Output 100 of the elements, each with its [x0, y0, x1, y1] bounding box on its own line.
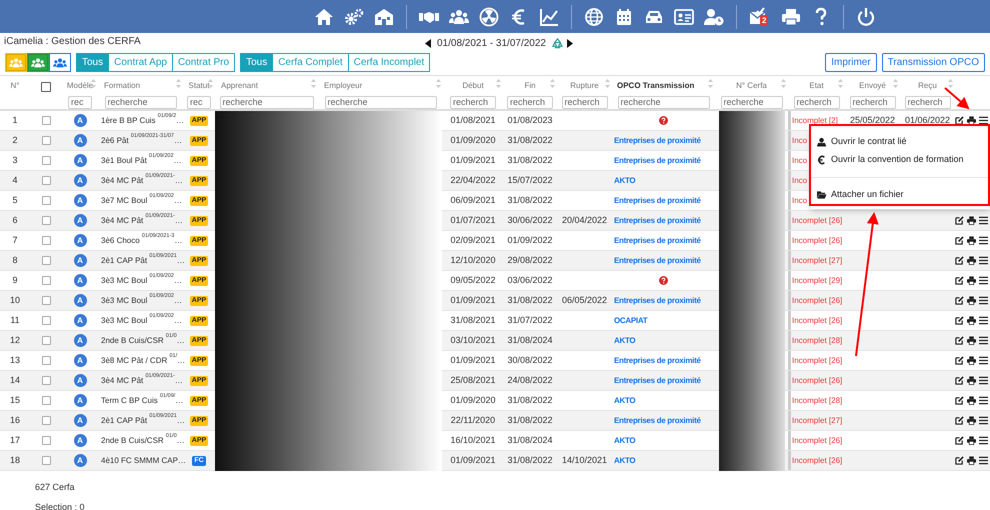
opco-link[interactable]: OCAPIAT [614, 314, 648, 326]
opco-link[interactable]: AKTO [614, 174, 636, 186]
edit-icon[interactable] [955, 416, 964, 425]
row-checkbox[interactable] [42, 216, 50, 225]
menu-icon[interactable] [979, 256, 988, 265]
search-field[interactable]: recherche [220, 96, 314, 109]
line-chart-icon[interactable] [539, 6, 559, 26]
opco-link[interactable]: Entreprises de proximité [614, 194, 701, 206]
row-checkbox[interactable] [42, 396, 50, 405]
edit-icon[interactable] [955, 356, 964, 365]
row-checkbox[interactable] [42, 376, 50, 385]
role-filter-button[interactable] [49, 52, 71, 72]
row-checkbox[interactable] [42, 196, 50, 205]
next-period-icon[interactable] [566, 39, 573, 48]
opco-link[interactable]: Entreprises de proximité [614, 374, 701, 386]
home-icon[interactable] [314, 6, 334, 26]
edit-icon[interactable] [955, 256, 964, 265]
power-icon[interactable] [856, 6, 876, 26]
menu-icon[interactable] [979, 276, 988, 285]
print-icon[interactable] [967, 396, 976, 405]
row-checkbox[interactable] [42, 256, 50, 265]
edit-icon[interactable] [955, 456, 964, 465]
edit-icon[interactable] [955, 216, 964, 225]
edit-icon[interactable] [955, 116, 964, 125]
filter-tab[interactable]: Contrat Pro [172, 52, 236, 72]
print-icon[interactable] [967, 336, 976, 345]
filter-tab[interactable]: Tous [240, 52, 274, 72]
row-checkbox[interactable] [42, 316, 50, 325]
calendar-icon[interactable] [614, 6, 634, 26]
opco-link[interactable]: Entreprises de proximité [614, 214, 701, 226]
search-field[interactable]: recherche [104, 96, 176, 109]
row-checkbox[interactable] [42, 296, 50, 305]
menu-icon[interactable] [979, 396, 988, 405]
row-checkbox[interactable] [42, 276, 50, 285]
row-checkbox[interactable] [42, 356, 50, 365]
gears-icon[interactable] [344, 6, 364, 26]
opco-link[interactable]: Entreprises de proximité [614, 354, 701, 366]
opco-link[interactable]: Entreprises de proximité [614, 234, 701, 246]
opco-link[interactable]: AKTO [614, 334, 636, 346]
search-field[interactable]: recherch [562, 96, 608, 109]
search-field[interactable]: rec [187, 96, 211, 109]
sort-icon[interactable] [208, 79, 213, 88]
print-icon[interactable] [967, 276, 976, 285]
print-icon[interactable] [967, 296, 976, 305]
menu-icon[interactable] [979, 376, 988, 385]
menu-icon[interactable] [979, 116, 988, 125]
opco-link[interactable]: Entreprises de proximité [614, 254, 701, 266]
edit-icon[interactable] [955, 436, 964, 445]
row-checkbox[interactable] [42, 176, 50, 185]
row-checkbox[interactable] [42, 156, 50, 165]
print-icon[interactable] [967, 256, 976, 265]
row-checkbox[interactable] [42, 416, 50, 425]
menu-item[interactable]: Attacher un fichier [811, 186, 989, 204]
filter-tab[interactable]: Cerfa Complet [272, 52, 349, 72]
opco-link[interactable]: AKTO [614, 434, 636, 446]
edit-icon[interactable] [955, 296, 964, 305]
print-icon[interactable] [967, 416, 976, 425]
print-icon[interactable] [967, 116, 976, 125]
edit-icon[interactable] [955, 316, 964, 325]
filter-tab[interactable]: Cerfa Incomplet [348, 52, 430, 72]
print-icon[interactable] [967, 356, 976, 365]
search-field[interactable]: recherch [904, 96, 950, 109]
search-field[interactable]: recherche [618, 96, 710, 109]
row-checkbox[interactable] [42, 236, 50, 245]
opco-link[interactable]: Entreprises de proximité [614, 134, 701, 146]
role-filter-button[interactable] [27, 52, 49, 72]
print-icon[interactable] [967, 456, 976, 465]
radiation-icon[interactable] [479, 6, 499, 26]
menu-icon[interactable] [979, 336, 988, 345]
opco-link[interactable]: AKTO [614, 394, 636, 406]
edit-icon[interactable] [955, 276, 964, 285]
edit-icon[interactable] [955, 236, 964, 245]
menu-item[interactable]: Ouvrir le contrat lié [811, 133, 989, 151]
previous-period-icon[interactable] [425, 39, 431, 48]
row-checkbox[interactable] [42, 336, 50, 345]
menu-icon[interactable] [979, 236, 988, 245]
edit-icon[interactable] [955, 396, 964, 405]
sort-icon[interactable] [91, 79, 96, 88]
mail-check-button[interactable]: 2 [749, 6, 771, 28]
menu-icon[interactable] [979, 436, 988, 445]
toolbar-button[interactable]: Imprimer [825, 52, 877, 72]
menu-icon[interactable] [979, 216, 988, 225]
search-field[interactable]: recherch [794, 96, 840, 109]
row-checkbox[interactable] [42, 436, 50, 445]
opco-link[interactable]: Entreprises de proximité [614, 294, 701, 306]
filter-tab[interactable]: Contrat App [108, 52, 173, 72]
row-checkbox[interactable] [42, 136, 50, 145]
search-field[interactable]: recherch [450, 96, 496, 109]
print-icon[interactable] [967, 436, 976, 445]
building-icon[interactable] [374, 6, 394, 26]
search-field[interactable]: recherche [720, 96, 782, 109]
print-icon[interactable] [967, 376, 976, 385]
print-icon[interactable] [967, 216, 976, 225]
search-field[interactable]: recherch [507, 96, 553, 109]
print-icon[interactable] [967, 236, 976, 245]
globe-icon[interactable] [584, 6, 604, 26]
edit-icon[interactable] [955, 376, 964, 385]
edit-icon[interactable] [955, 336, 964, 345]
search-field[interactable]: rec [68, 96, 92, 109]
search-field[interactable]: recherche [324, 96, 436, 109]
